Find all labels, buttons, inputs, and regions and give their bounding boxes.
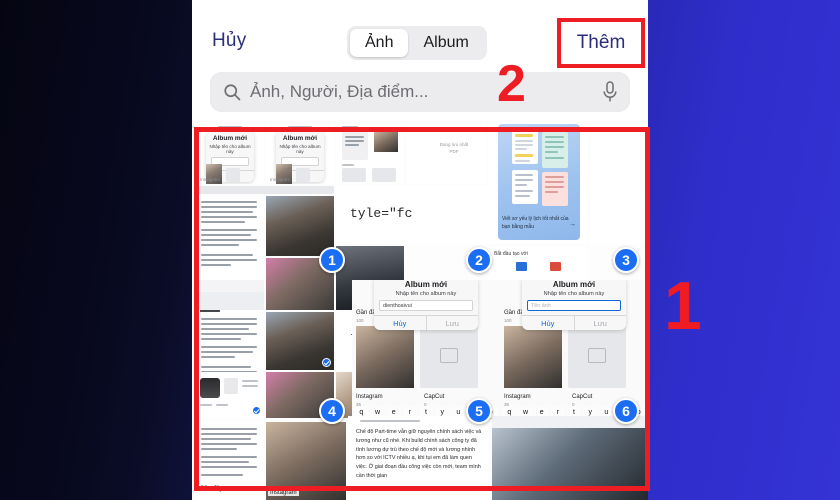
thumb-pdf-note-2: PDF <box>449 149 459 154</box>
step-badge-1: 1 <box>319 247 345 273</box>
photo-thumbnail[interactable] <box>196 196 264 284</box>
photo-picker-screen: Hủy Ảnh Album Thêm Ảnh, Người, Địa điểm.… <box>192 0 648 500</box>
search-input[interactable]: Ảnh, Người, Địa điểm... <box>250 82 428 102</box>
navigation-bar: Hủy Ảnh Album Thêm <box>192 0 648 68</box>
promo-start-label: Bắt đầu tạo với <box>494 251 528 257</box>
dialog-cancel-button[interactable]: Hủy <box>374 316 427 330</box>
thumb-dialog-title: Album mới <box>212 135 248 142</box>
more-button[interactable]: Thêm <box>561 22 641 64</box>
thumb-dialog-subtitle: Nhập tên cho album này <box>279 144 321 154</box>
cancel-button[interactable]: Hủy <box>212 30 246 52</box>
step-badge-5: 5 <box>466 398 492 424</box>
capcut-label: CapCut <box>572 394 593 400</box>
photo-thumbnail[interactable]: ➥ Đang lưu nhất PDF <box>406 122 486 184</box>
dialog-subtitle: Nhập tên cho album này <box>395 291 457 297</box>
microphone-icon[interactable] <box>602 81 618 103</box>
recent-count: 100 <box>504 318 512 323</box>
paragraph-text: Chế độ Part-time vẫn giữ nguyên chính sá… <box>356 429 482 479</box>
photo-thumbnail[interactable] <box>492 426 648 500</box>
code-snippet-text: tyle="fc <box>350 206 413 221</box>
instagram-label: Instagram <box>268 490 299 496</box>
step-number-1: 1 <box>664 268 702 344</box>
photo-thumbnail[interactable]: tyle="fc <box>336 186 488 244</box>
selection-checkmark[interactable] <box>252 406 261 415</box>
photo-thumbnail[interactable]: Chế độ Part-time vẫn giữ nguyên chính sá… <box>348 416 488 500</box>
step-badge-2: 2 <box>466 247 492 273</box>
keyboard-strip <box>196 292 264 310</box>
dialog-title: Album mới <box>404 280 448 289</box>
thumb-pdf-note-1: Đang lưu nhất <box>439 142 469 147</box>
step-number-2: 2 <box>497 55 526 113</box>
recent-label: Gần đây <box>200 486 223 492</box>
promo-arrow-icon: → <box>569 221 576 228</box>
photo-thumbnail[interactable] <box>196 372 264 418</box>
selection-checkmark[interactable] <box>322 358 331 367</box>
dialog-input[interactable]: Tên ảnh <box>527 300 621 311</box>
photo-thumbnail[interactable]: Album mới Nhập tên cho album này Instagr… <box>266 122 334 184</box>
thumb-dialog-title: Album mới <box>282 135 318 142</box>
dialog-save-button[interactable]: Lưu <box>427 316 479 330</box>
search-bar[interactable]: Ảnh, Người, Địa điểm... <box>210 72 630 112</box>
segmented-control[interactable]: Ảnh Album <box>347 26 487 60</box>
promo-caption: Viết sơ yếu lý lịch tốt nhất của bạn bằn… <box>502 216 569 230</box>
photo-thumbnail[interactable] <box>336 122 404 184</box>
photo-thumbnail[interactable] <box>266 196 334 256</box>
tab-photos[interactable]: Ảnh <box>350 29 409 57</box>
instagram-label: Instagram <box>504 394 531 400</box>
step-badge-6: 6 <box>613 398 639 424</box>
thumb-dialog-subtitle: Nhập tên cho album này <box>209 144 251 154</box>
step-badge-3: 3 <box>613 247 639 273</box>
keyboard-strip <box>196 186 334 194</box>
recent-count: 100 <box>356 318 364 323</box>
dialog-subtitle: Nhập tên cho album này <box>543 291 605 297</box>
photo-grid[interactable]: Album mới Nhập tên cho album này Instagr… <box>192 120 648 500</box>
photo-thumbnail[interactable]: Instagram <box>266 422 346 500</box>
search-icon <box>224 84 241 101</box>
dialog-input[interactable]: dienthoaivui <box>379 300 473 311</box>
tab-albums[interactable]: Album <box>408 29 483 57</box>
dialog-title: Album mới <box>552 280 596 289</box>
dialog-cancel-button[interactable]: Hủy <box>522 316 575 330</box>
more-button-highlight: Thêm <box>557 18 645 68</box>
photo-thumbnail[interactable] <box>590 120 648 244</box>
instagram-label: Instagram <box>356 394 383 400</box>
photo-thumbnail[interactable]: Viết sơ yếu lý lịch tốt nhất của bạn bằn… <box>488 120 588 244</box>
photo-thumbnail[interactable]: Album mới Nhập tên cho album này Instagr… <box>196 122 264 184</box>
photo-thumbnail[interactable]: Gần đây <box>196 422 264 500</box>
capcut-label: CapCut <box>424 394 445 400</box>
step-badge-4: 4 <box>319 398 345 424</box>
dialog-save-button[interactable]: Lưu <box>575 316 627 330</box>
photo-thumbnail[interactable] <box>266 312 334 370</box>
